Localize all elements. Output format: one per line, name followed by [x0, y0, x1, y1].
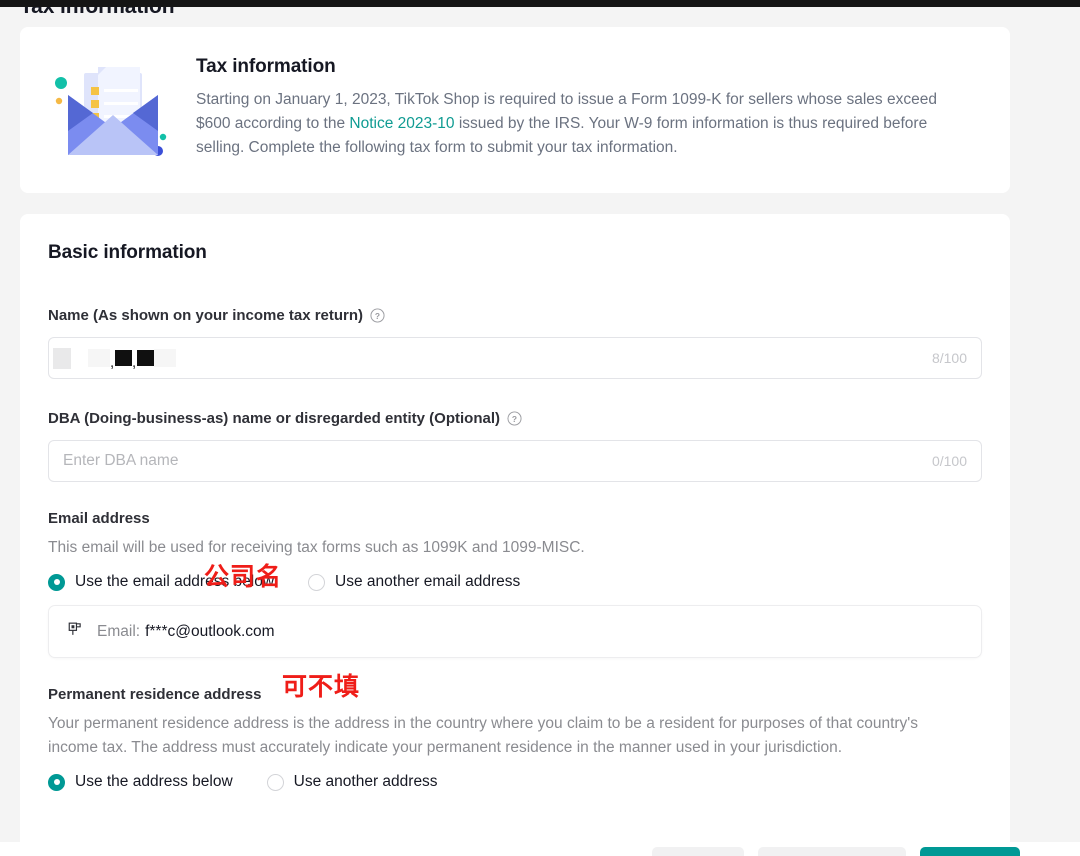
email-address-section: Email address This email will be used fo… [48, 510, 982, 658]
permanent-residence-address-section: Permanent residence address Your permane… [48, 686, 982, 791]
name-redacted-value: , , [53, 348, 176, 368]
name-field-label: Name (As shown on your income tax return… [48, 307, 982, 324]
action-button-1[interactable] [652, 847, 744, 856]
radio-use-address-below[interactable]: Use the address below [48, 773, 233, 791]
email-section-title: Email address [48, 510, 982, 527]
basic-information-card: Basic information Name (As shown on your… [20, 214, 1010, 856]
radio-indicator-selected[interactable] [48, 574, 65, 591]
name-label-text: Name (As shown on your income tax return… [48, 307, 363, 324]
email-option-radio-group: Use the email address below Use another … [48, 573, 982, 591]
envelope-document-icon [48, 55, 178, 165]
window-chrome-strip [0, 0, 1080, 7]
name-input[interactable]: , , 8/100 [48, 337, 982, 379]
radio-label-use-another-email: Use another email address [335, 573, 520, 591]
question-circle-icon[interactable]: ? [507, 411, 522, 426]
radio-indicator-selected[interactable] [48, 774, 65, 791]
action-button-primary[interactable] [920, 847, 1020, 856]
banner-description: Starting on January 1, 2023, TikTok Shop… [196, 88, 966, 160]
address-section-title: Permanent residence address [48, 686, 982, 703]
dba-field-label: DBA (Doing-business-as) name or disregar… [48, 410, 982, 427]
radio-label-use-email-below: Use the email address below [75, 573, 274, 591]
radio-use-another-address[interactable]: Use another address [267, 773, 438, 791]
name-char-counter: 8/100 [932, 350, 967, 366]
dba-input-placeholder: Enter DBA name [63, 452, 178, 470]
email-section-description: This email will be used for receiving ta… [48, 536, 958, 560]
email-box-value: f***c@outlook.com [145, 623, 274, 641]
question-circle-icon[interactable]: ? [370, 308, 385, 323]
dba-char-counter: 0/100 [932, 453, 967, 469]
banner-text-block: Tax information Starting on January 1, 2… [196, 56, 966, 164]
name-field-block: Name (As shown on your income tax return… [48, 307, 982, 379]
radio-indicator-unselected[interactable] [267, 774, 284, 791]
dba-field-block: DBA (Doing-business-as) name or disregar… [48, 410, 982, 482]
address-section-description: Your permanent residence address is the … [48, 712, 958, 760]
radio-indicator-unselected[interactable] [308, 574, 325, 591]
banner-title: Tax information [196, 56, 966, 78]
dba-input[interactable]: Enter DBA name 0/100 [48, 440, 982, 482]
svg-text:?: ? [375, 311, 380, 321]
email-readonly-box: Email: f***c@outlook.com [48, 605, 982, 658]
tax-information-banner: Tax information Starting on January 1, 2… [20, 27, 1010, 193]
radio-use-another-email[interactable]: Use another email address [308, 573, 520, 591]
address-option-radio-group: Use the address below Use another addres… [48, 773, 982, 791]
mailbox-icon [67, 620, 85, 643]
action-button-2[interactable] [758, 847, 906, 856]
dba-label-text: DBA (Doing-business-as) name or disregar… [48, 410, 500, 427]
radio-label-use-another-address: Use another address [294, 773, 438, 791]
email-box-label: Email: [97, 623, 140, 641]
radio-use-email-below[interactable]: Use the email address below [48, 573, 274, 591]
notice-link[interactable]: Notice 2023-10 [349, 115, 454, 132]
action-bar [0, 842, 1080, 856]
svg-text:?: ? [512, 414, 517, 424]
radio-label-use-address-below: Use the address below [75, 773, 233, 791]
section-title-basic-information: Basic information [48, 242, 982, 264]
